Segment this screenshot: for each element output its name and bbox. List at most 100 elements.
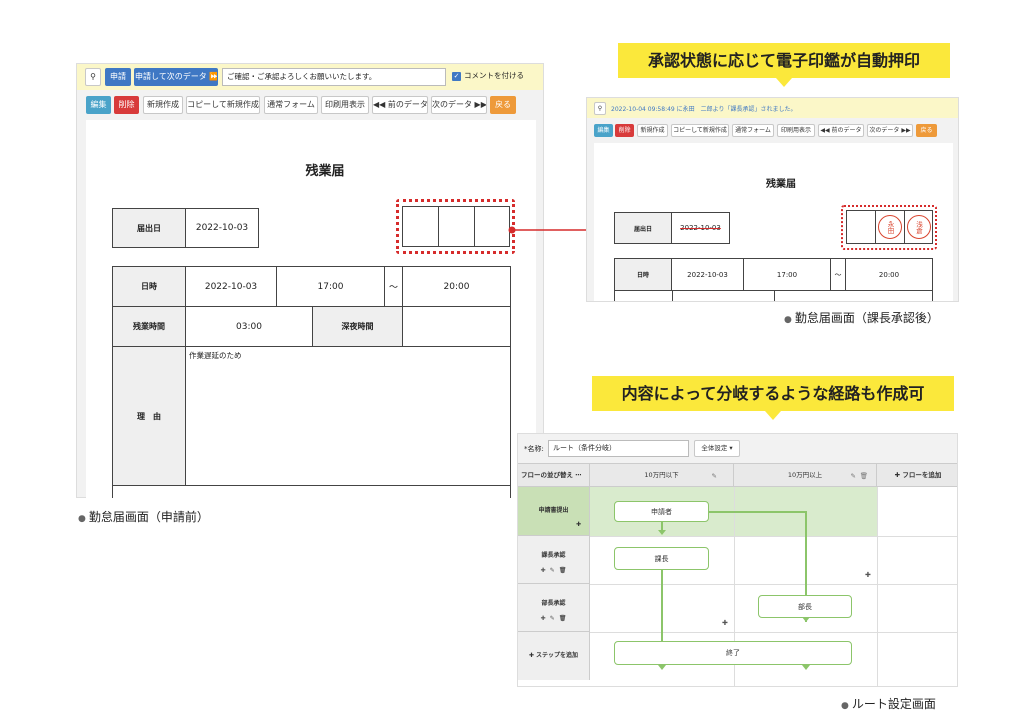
map-pin-icon[interactable]: ⚲ <box>85 68 101 86</box>
print-view-button[interactable]: 印刷用表示 <box>321 96 369 114</box>
prev-data-button[interactable]: ◀◀ 前のデータ <box>818 124 864 137</box>
node-applicant[interactable]: 申請者 <box>614 501 709 522</box>
prev-data-button[interactable]: ◀◀ 前のデータ <box>372 96 428 114</box>
apply-button[interactable]: 申請 <box>105 68 131 86</box>
form-title: 残業届 <box>305 164 345 179</box>
arrow-head <box>802 665 810 670</box>
end-time: 20:00 <box>402 266 511 307</box>
flow-connector <box>709 511 806 513</box>
plus-icon[interactable]: ✚ <box>540 615 545 622</box>
callout-branch-route-text: 内容によって分岐するような経路も作成可 <box>621 384 925 403</box>
route-grid: フローの並び替え ⋯ 10万円以下 ✎ 10万円以上 ✎ 🗑 ✚ フローを追加 … <box>518 463 957 686</box>
plus-icon[interactable]: ✚ <box>722 619 728 627</box>
grid-line <box>877 487 878 686</box>
grid-line <box>590 536 957 537</box>
reason-text: 作業遅延のため <box>189 351 242 360</box>
grid-line <box>590 584 957 585</box>
stamp-box <box>402 206 439 247</box>
comment-checkbox-label: コメントを付ける <box>464 71 524 80</box>
copy-new-button[interactable]: コピーして新規作成 <box>186 96 260 114</box>
arrow-head <box>658 665 666 670</box>
delete-button[interactable]: 削除 <box>114 96 139 114</box>
back-button[interactable]: 戻る <box>916 124 937 137</box>
node-end[interactable]: 終了 <box>614 641 852 665</box>
row-label-submit: 申請書提出 ✚ <box>518 487 590 536</box>
plus-icon[interactable]: ✚ <box>576 521 581 528</box>
tilde: ～ <box>384 266 403 307</box>
trash-icon[interactable]: 🗑 <box>860 465 868 487</box>
callout-auto-stamp: 承認状態に応じて電子印鑑が自動押印 <box>618 43 950 87</box>
row-label-dept-head: 部長承認 ✚ ✎ 🗑 <box>518 584 590 632</box>
back-button[interactable]: 戻る <box>490 96 516 114</box>
normal-form-button[interactable]: 通常フォーム <box>264 96 318 114</box>
stamp-asakura: 浅倉 <box>906 215 931 239</box>
node-dept-head[interactable]: 部長 <box>758 595 852 618</box>
caption-route: ● ルート設定画面 <box>841 697 936 711</box>
new-button[interactable]: 新規作成 <box>143 96 183 114</box>
plus-icon[interactable]: ✚ <box>540 567 545 574</box>
end-time: 20:00 <box>845 258 933 291</box>
night-value <box>402 306 511 347</box>
map-pin-icon[interactable]: ⚲ <box>594 102 606 115</box>
overtime-label: 残業時間 <box>112 306 186 347</box>
stamp-box <box>438 206 475 247</box>
column-header-over-100k: 10万円以上 ✎ 🗑 <box>734 464 877 487</box>
form-paper: 残業届 届出日 2022-10-03 日時 2022-10-03 17:00 ～… <box>86 120 536 498</box>
start-time: 17:00 <box>276 266 385 307</box>
date-value: 2022-10-03 <box>185 208 259 248</box>
stamp-box: 浅倉 <box>904 210 933 244</box>
copy-new-button[interactable]: コピーして新規作成 <box>671 124 729 137</box>
route-name-input[interactable]: ルート（条件分岐） <box>548 440 689 457</box>
next-data-button[interactable]: 次のデータ ▶▶ <box>867 124 913 137</box>
caption-after: ● 勤怠届画面（課長承認後） <box>784 311 939 325</box>
sort-flows-header[interactable]: フローの並び替え ⋯ <box>518 464 590 487</box>
route-name-label: *名称: <box>524 445 544 453</box>
new-button[interactable]: 新規作成 <box>637 124 668 137</box>
normal-form-button[interactable]: 通常フォーム <box>732 124 774 137</box>
next-data-button[interactable]: 次のデータ ▶▶ <box>431 96 487 114</box>
callout-auto-stamp-text: 承認状態に応じて電子印鑑が自動押印 <box>647 51 920 70</box>
screen-before-apply: ⚲ 申請 申請して次のデータ ⏩ ご確認・ご承認よろしくお願いいたします。 ✓ … <box>76 63 544 498</box>
global-settings-button[interactable]: 全体設定 ▾ <box>694 440 740 457</box>
plus-icon: ✚ <box>528 652 534 659</box>
reason-value: 作業遅延のため <box>185 346 511 486</box>
screen-after-approval: ⚲ 2022-10-04 09:58:49 に永田 二郎より「課長承認」されまし… <box>586 97 959 302</box>
delete-button[interactable]: 削除 <box>615 124 634 137</box>
caption-before: ● 勤怠届画面（申請前） <box>78 510 209 524</box>
approval-notice-bar: ⚲ 2022-10-04 09:58:49 に永田 二郎より「課長承認」されまし… <box>587 98 958 118</box>
arrow-head <box>658 530 666 535</box>
comment-checkbox[interactable]: ✓ <box>452 72 461 81</box>
edit-icon[interactable]: ✎ <box>712 465 717 487</box>
node-section-chief[interactable]: 課長 <box>614 547 709 570</box>
reason-label: 理 由 <box>112 346 186 486</box>
overtime-value: 03:00 <box>185 306 313 347</box>
callout-tail <box>765 411 781 420</box>
callout-tail <box>776 78 792 87</box>
print-view-button[interactable]: 印刷用表示 <box>777 124 815 137</box>
start-time: 17:00 <box>743 258 831 291</box>
add-step-button[interactable]: ✚ ステップを追加 <box>518 632 590 680</box>
edit-icon[interactable]: ✎ <box>550 567 555 574</box>
sort-handle-icon: ⋯ <box>575 471 582 479</box>
stamp-box <box>846 210 876 244</box>
datetime-label: 日時 <box>614 258 672 291</box>
form-title: 残業届 <box>766 179 796 190</box>
table-continuation <box>112 485 511 498</box>
edit-button[interactable]: 編集 <box>86 96 111 114</box>
edit-button[interactable]: 編集 <box>594 124 613 137</box>
trash-icon[interactable]: 🗑 <box>559 567 567 574</box>
add-flow-button[interactable]: ✚ フローを追加 <box>877 464 957 487</box>
column-header-under-100k: 10万円以下 ✎ <box>590 464 734 487</box>
comment-input[interactable]: ご確認・ご承認よろしくお願いいたします。 <box>222 68 446 86</box>
row-label-section-chief: 課長承認 ✚ ✎ 🗑 <box>518 536 590 584</box>
datetime-date: 2022-10-03 <box>185 266 277 307</box>
trash-icon[interactable]: 🗑 <box>559 615 567 622</box>
callout-branch-route: 内容によって分岐するような経路も作成可 <box>592 376 954 420</box>
edit-icon[interactable]: ✎ <box>851 465 856 487</box>
apply-and-next-button[interactable]: 申請して次のデータ ⏩ <box>134 68 218 86</box>
plus-icon: ✚ <box>894 471 901 479</box>
plus-icon[interactable]: ✚ <box>865 571 871 579</box>
night-label: 深夜時間 <box>312 306 403 347</box>
edit-icon[interactable]: ✎ <box>550 615 555 622</box>
table-divider <box>672 290 673 301</box>
